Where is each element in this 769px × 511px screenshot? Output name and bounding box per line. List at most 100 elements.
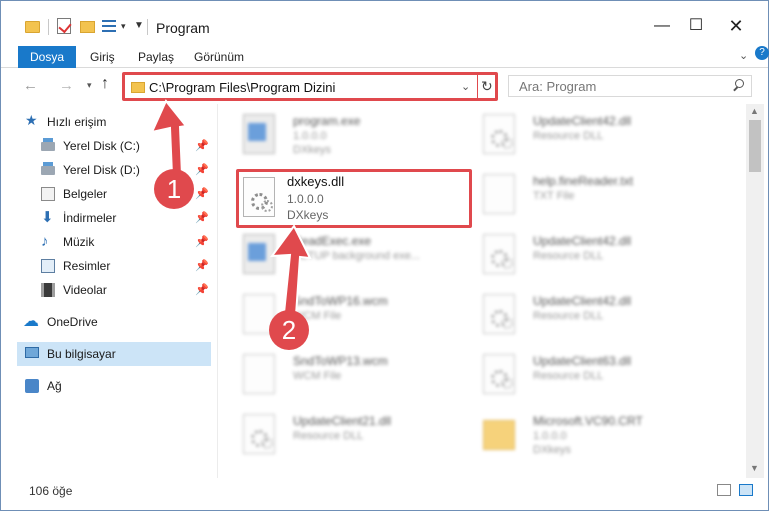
search-icon[interactable] bbox=[732, 79, 744, 91]
tab-home[interactable]: Giriş bbox=[81, 47, 124, 67]
sidebar-item-label: Ağ bbox=[47, 379, 62, 393]
refresh-icon[interactable]: ↻ bbox=[481, 78, 493, 95]
download-icon: ⬇ bbox=[41, 209, 54, 226]
pictures-icon bbox=[41, 259, 55, 273]
drive-icon bbox=[41, 162, 55, 175]
file-icon bbox=[243, 354, 275, 394]
highlighted-file-item[interactable]: dxkeys.dll 1.0.0.0 DXkeys bbox=[236, 169, 472, 228]
customize-toolbar-icon[interactable]: ▼ bbox=[134, 20, 144, 36]
sidebar-item-network[interactable]: Ağ bbox=[17, 374, 211, 398]
recent-locations-icon[interactable]: ▾ bbox=[87, 80, 92, 91]
pin-icon[interactable]: 📌 bbox=[195, 163, 209, 176]
properties-check-icon[interactable] bbox=[57, 18, 71, 34]
step-badge: 1 bbox=[154, 169, 194, 209]
sidebar-item-label: Bu bilgisayar bbox=[47, 347, 116, 361]
pin-icon[interactable]: 📌 bbox=[195, 259, 209, 272]
file-item[interactable]: UpdateClient42.dll Resource DLL bbox=[475, 288, 705, 346]
pin-icon[interactable]: 📌 bbox=[195, 211, 209, 224]
search-input[interactable]: Ara: Program bbox=[508, 75, 752, 97]
sidebar-item-onedrive[interactable]: ☁ OneDrive bbox=[17, 310, 211, 334]
pin-icon[interactable]: 📌 bbox=[195, 187, 209, 200]
file-name: UpdateClient42.dll bbox=[533, 294, 632, 308]
file-item[interactable]: UpdateClient42.dll Resource DLL bbox=[475, 108, 705, 166]
file-item[interactable]: ReadExec.exe SETUP background exe... bbox=[235, 228, 465, 286]
exe-file-icon bbox=[243, 234, 275, 274]
cloud-icon: ☁ bbox=[23, 313, 39, 330]
file-item[interactable]: program.exe 1.0.0.0 DXkeys bbox=[235, 108, 465, 166]
divider bbox=[48, 19, 49, 35]
help-icon[interactable]: ? bbox=[755, 46, 769, 60]
file-type: TXT File bbox=[533, 190, 575, 202]
close-button[interactable]: ✕ bbox=[721, 13, 751, 39]
file-name: UpdateClient63.dll bbox=[533, 354, 632, 368]
up-button[interactable]: ↑ bbox=[101, 75, 109, 93]
scroll-down-icon[interactable]: ▼ bbox=[750, 463, 759, 473]
list-icon[interactable] bbox=[102, 19, 116, 33]
large-icons-view-icon[interactable] bbox=[739, 484, 753, 496]
file-item[interactable]: UpdateClient42.dll Resource DLL bbox=[475, 228, 705, 286]
pin-icon[interactable]: 📌 bbox=[195, 235, 209, 248]
sidebar-item-this-pc[interactable]: Bu bilgisayar bbox=[17, 342, 211, 366]
tab-view[interactable]: Görünüm bbox=[185, 47, 253, 67]
star-icon: ★ bbox=[25, 112, 38, 128]
file-type: Resource DLL bbox=[533, 370, 604, 382]
scroll-up-icon[interactable]: ▲ bbox=[750, 106, 759, 116]
maximize-button[interactable]: ☐ bbox=[681, 13, 711, 39]
item-count: 106 öğe bbox=[29, 484, 73, 498]
sidebar-item-label: Yerel Disk (C:) bbox=[63, 139, 140, 153]
status-bar: 106 öğe bbox=[1, 478, 768, 510]
pin-icon[interactable]: 📌 bbox=[195, 139, 209, 152]
tab-file[interactable]: Dosya bbox=[18, 46, 77, 68]
forward-button[interactable]: → bbox=[59, 77, 74, 94]
tab-share[interactable]: Paylaş bbox=[129, 47, 183, 67]
file-name: UpdateClient42.dll bbox=[533, 114, 632, 128]
address-bar[interactable]: C:\Program Files\Program Dizini ⌄ ↻ bbox=[122, 72, 498, 101]
file-item[interactable]: SndToWP13.wcm WCM File bbox=[235, 348, 465, 406]
chevron-down-icon[interactable]: ⌄ bbox=[461, 80, 470, 93]
sidebar-item-downloads[interactable]: ⬇ İndirmeler 📌 bbox=[17, 206, 211, 230]
sidebar-item-quick-access[interactable]: ★ Hızlı erişim bbox=[17, 110, 211, 134]
expand-ribbon-icon[interactable]: ⌄ bbox=[739, 49, 748, 62]
pin-icon[interactable]: 📌 bbox=[195, 283, 209, 296]
chevron-down-icon[interactable]: ▾ bbox=[121, 21, 126, 37]
dll-file-icon bbox=[483, 234, 515, 274]
file-type: WCM File bbox=[293, 370, 342, 382]
sidebar-item-videos[interactable]: Videolar 📌 bbox=[17, 278, 211, 302]
sidebar-item-drive-c[interactable]: Yerel Disk (C:) 📌 bbox=[17, 134, 211, 158]
file-item[interactable]: UpdateClient21.dll Resource DLL bbox=[235, 408, 465, 466]
file-company: DXkeys bbox=[287, 208, 329, 222]
exe-file-icon bbox=[243, 114, 275, 154]
sidebar-item-music[interactable]: ♪ Müzik 📌 bbox=[17, 230, 211, 254]
dll-file-icon bbox=[483, 294, 515, 334]
file-name: dxkeys.dll bbox=[287, 174, 345, 189]
back-button[interactable]: ← bbox=[23, 77, 38, 94]
minimize-button[interactable]: — bbox=[647, 13, 677, 39]
sidebar-item-pictures[interactable]: Resimler 📌 bbox=[17, 254, 211, 278]
title-bar: ▾ ▼ Program — ☐ ✕ bbox=[1, 1, 768, 41]
new-folder-icon[interactable] bbox=[80, 21, 95, 33]
file-company: DXkeys bbox=[533, 444, 571, 456]
file-item[interactable]: UpdateClient63.dll Resource DLL bbox=[475, 348, 705, 406]
folder-icon[interactable] bbox=[25, 21, 40, 33]
file-name: SndToWP16.wcm bbox=[293, 294, 388, 308]
vertical-scrollbar[interactable]: ▲ ▼ bbox=[746, 104, 764, 478]
sidebar-item-label: Yerel Disk (D:) bbox=[63, 163, 140, 177]
details-view-icon[interactable] bbox=[717, 484, 731, 496]
music-icon: ♪ bbox=[41, 233, 49, 250]
file-name: ReadExec.exe bbox=[293, 234, 372, 248]
address-path[interactable]: C:\Program Files\Program Dizini bbox=[149, 80, 335, 95]
file-name: UpdateClient21.dll bbox=[293, 414, 392, 428]
folder-icon bbox=[131, 82, 145, 93]
search-placeholder: Ara: Program bbox=[519, 79, 597, 94]
file-version: 1.0.0.0 bbox=[287, 192, 324, 206]
file-item[interactable]: Microsoft.VC90.CRT 1.0.0.0 DXkeys bbox=[475, 408, 705, 466]
file-company: DXkeys bbox=[293, 144, 331, 156]
text-file-icon bbox=[483, 174, 515, 214]
drive-icon bbox=[41, 138, 55, 151]
sidebar-item-label: OneDrive bbox=[47, 315, 98, 329]
sidebar-item-label: Hızlı erişim bbox=[47, 115, 107, 129]
document-icon bbox=[41, 187, 55, 201]
scroll-thumb[interactable] bbox=[749, 120, 761, 172]
file-type: Resource DLL bbox=[533, 250, 604, 262]
file-item[interactable]: help.fineReader.txt TXT File bbox=[475, 168, 705, 226]
